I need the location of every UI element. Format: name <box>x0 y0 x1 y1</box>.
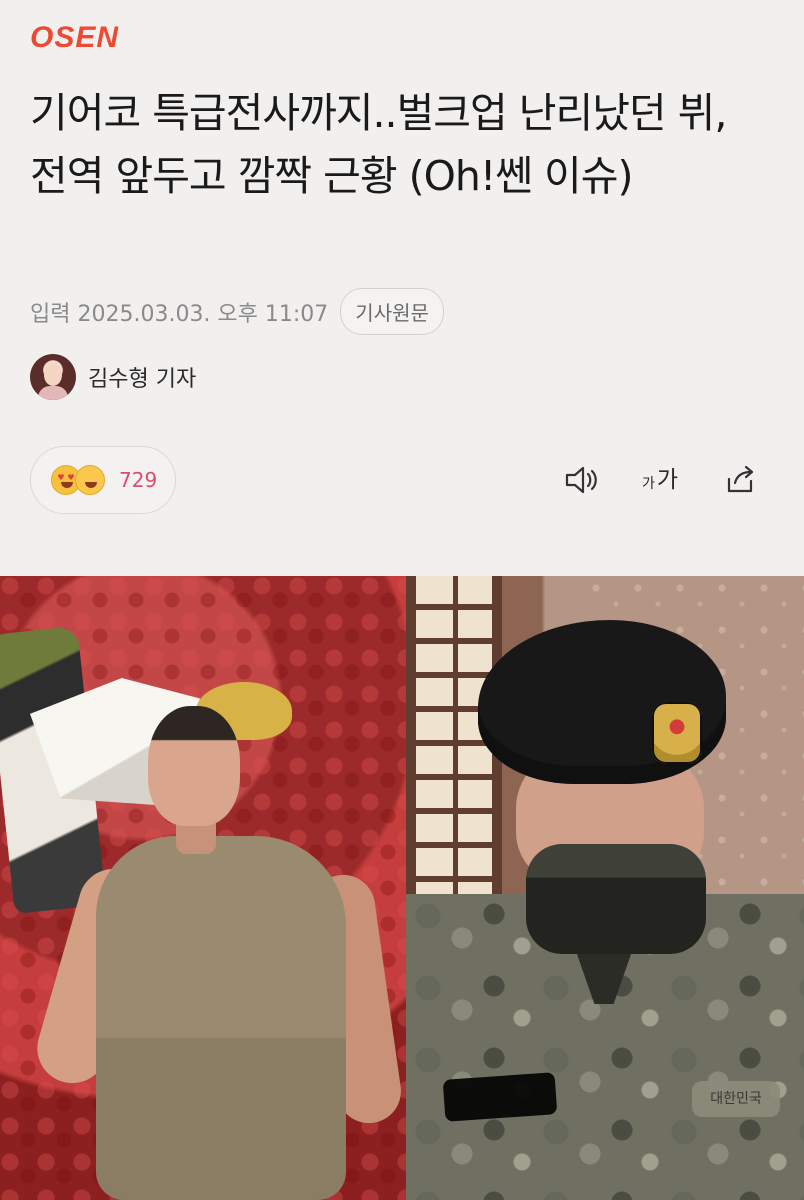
name-tape-text: 대한민국 <box>710 1091 762 1107</box>
emoji-mouth <box>85 482 97 488</box>
speaker-button[interactable] <box>562 460 602 500</box>
left-photo-panel <box>0 576 406 1200</box>
name-tape: 대한민국 <box>692 1081 780 1117</box>
t-shirt <box>96 836 346 1200</box>
right-heart-eye-icon: ♥ <box>67 473 75 482</box>
site-logo[interactable]: OSEN <box>30 21 119 55</box>
article-meta: 입력 2025.03.03. 오후 11:07 기사원문 <box>30 288 444 335</box>
avatar-face <box>44 364 62 386</box>
person-left <box>29 706 406 1200</box>
share-icon <box>727 465 754 493</box>
publish-date: 입력 2025.03.03. 오후 11:07 <box>30 301 329 327</box>
article-title: 기어코 특급전사까지..벌크업 난리났던 뷔, 전역 앞두고 깜짝 근황 (Oh… <box>30 89 727 200</box>
right-photo-panel: 대한민국 <box>406 576 804 1200</box>
reaction-count: 729 <box>119 468 158 492</box>
reporter-name[interactable]: 김수형 기자 <box>88 361 196 393</box>
font-small-label: 가 <box>641 476 655 492</box>
share-button[interactable] <box>720 460 760 500</box>
font-large-label: 가 <box>656 466 679 493</box>
font-size-button[interactable]: 가 가 <box>636 460 684 500</box>
laughing-emoji-icon <box>75 465 105 495</box>
avatar-shirt <box>38 386 68 400</box>
beret-badge-icon <box>652 702 702 764</box>
emoji-mouth <box>61 482 73 488</box>
speaker-icon <box>565 466 597 494</box>
reaction-button[interactable]: ♥ ♥ 729 <box>30 446 176 514</box>
article-photo: 대한민국 <box>0 576 804 1200</box>
reporter-info[interactable]: 김수형 기자 <box>30 354 196 400</box>
face-mask <box>526 844 706 954</box>
redacted-patch <box>442 1072 558 1122</box>
site-header: OSEN <box>30 20 119 56</box>
left-heart-eye-icon: ♥ <box>57 473 65 482</box>
reporter-avatar[interactable] <box>30 354 76 400</box>
original-article-button[interactable]: 기사원문 <box>340 288 444 335</box>
head <box>148 706 240 826</box>
person-right: 대한민국 <box>406 576 804 1200</box>
